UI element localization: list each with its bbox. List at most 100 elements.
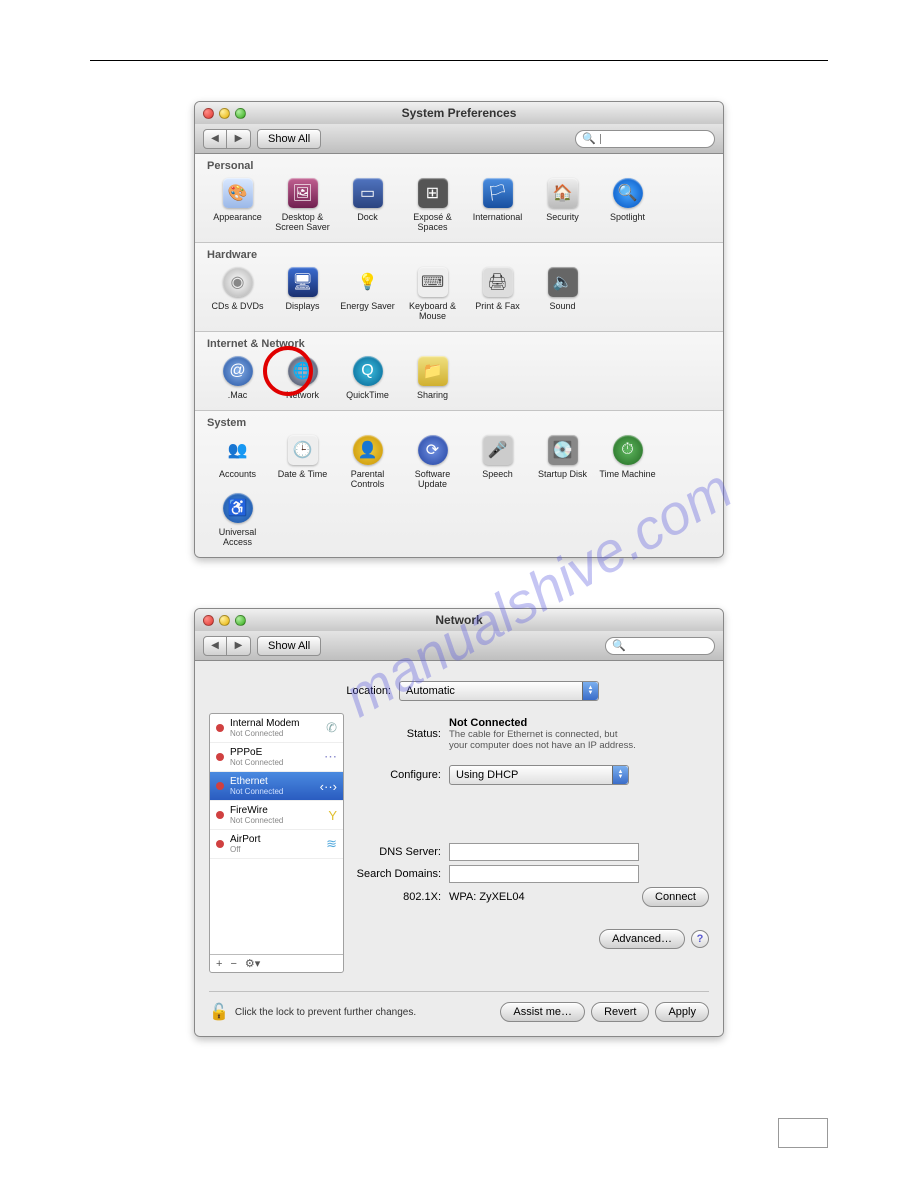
apply-button[interactable]: Apply: [655, 1002, 709, 1022]
lock-text: Click the lock to prevent further change…: [235, 1007, 416, 1018]
search-domains-input[interactable]: [449, 865, 639, 883]
pref-expose[interactable]: ⊞Exposé & Spaces: [400, 176, 465, 234]
section-heading: Personal: [207, 160, 713, 172]
pref-accounts[interactable]: 👥Accounts: [205, 433, 270, 491]
pref-sharing[interactable]: 📁Sharing: [400, 354, 465, 402]
titlebar: Network: [195, 609, 723, 631]
page-number-box: [778, 1118, 828, 1148]
pref-appearance[interactable]: 🎨Appearance: [205, 176, 270, 234]
back-button[interactable]: ◀: [203, 636, 227, 656]
status-dot-icon: [216, 753, 224, 761]
pref-desktop[interactable]: 🖼Desktop & Screen Saver: [270, 176, 335, 234]
forward-button[interactable]: ▶: [227, 636, 251, 656]
wifi-icon: ≋: [326, 836, 337, 852]
section-system: System 👥Accounts 🕒Date & Time 👤Parental …: [195, 411, 723, 557]
dock-icon: ▭: [353, 178, 383, 208]
firewire-icon: Y: [328, 808, 337, 823]
parental-icon: 👤: [353, 435, 383, 465]
pref-speech[interactable]: 🎤Speech: [465, 433, 530, 491]
configure-label: Configure:: [354, 769, 449, 781]
pref-keyboard-mouse[interactable]: ⌨Keyboard & Mouse: [400, 265, 465, 323]
minimize-icon[interactable]: [219, 615, 230, 626]
section-personal: Personal 🎨Appearance 🖼Desktop & Screen S…: [195, 154, 723, 243]
dns-input[interactable]: [449, 843, 639, 861]
system-preferences-window: System Preferences ◀ ▶ Show All 🔍 Person…: [194, 101, 724, 558]
pref-dock[interactable]: ▭Dock: [335, 176, 400, 234]
pref-time-machine[interactable]: ⏱Time Machine: [595, 433, 660, 491]
search-input[interactable]: 🔍: [575, 130, 715, 148]
chevron-updown-icon: ▲▼: [612, 766, 628, 784]
universal-icon: ♿: [223, 493, 253, 523]
pref-spotlight[interactable]: 🔍Spotlight: [595, 176, 660, 234]
pref-universal-access[interactable]: ♿Universal Access: [205, 491, 270, 549]
show-all-button[interactable]: Show All: [257, 636, 321, 656]
zoom-icon[interactable]: [235, 108, 246, 119]
pref-quicktime[interactable]: QQuickTime: [335, 354, 400, 402]
sharing-icon: 📁: [418, 356, 448, 386]
spotlight-icon: 🔍: [613, 178, 643, 208]
remove-service-button[interactable]: −: [230, 958, 236, 970]
speaker-icon: 🔈: [548, 267, 578, 297]
pref-cds-dvds[interactable]: ◉CDs & DVDs: [205, 265, 270, 323]
pref-sound[interactable]: 🔈Sound: [530, 265, 595, 323]
pref-dotmac[interactable]: @.Mac: [205, 354, 270, 402]
search-domains-label: Search Domains:: [354, 868, 449, 880]
network-body: Location: Automatic ▲▼ Internal ModemNot…: [195, 661, 723, 1036]
close-icon[interactable]: [203, 615, 214, 626]
phone-icon: ✆: [326, 720, 337, 736]
lock-icon[interactable]: 🔓: [209, 1002, 229, 1022]
action-gear-button[interactable]: ⚙▾: [245, 957, 260, 970]
show-all-button[interactable]: Show All: [257, 129, 321, 149]
timemachine-icon: ⏱: [613, 435, 643, 465]
pref-energy[interactable]: 💡Energy Saver: [335, 265, 400, 323]
pref-international[interactable]: 🏳International: [465, 176, 530, 234]
location-select[interactable]: Automatic ▲▼: [399, 681, 599, 701]
advanced-button[interactable]: Advanced…: [599, 929, 685, 949]
search-input[interactable]: 🔍: [605, 637, 715, 655]
pref-print-fax[interactable]: 🖨Print & Fax: [465, 265, 530, 323]
desktop-icon: 🖼: [288, 178, 318, 208]
configure-select[interactable]: Using DHCP ▲▼: [449, 765, 629, 785]
pref-security[interactable]: 🏠Security: [530, 176, 595, 234]
pref-startup-disk[interactable]: 💽Startup Disk: [530, 433, 595, 491]
service-ethernet[interactable]: EthernetNot Connected ‹··›: [210, 772, 343, 801]
service-firewire[interactable]: FireWireNot Connected Y: [210, 801, 343, 830]
pref-parental[interactable]: 👤Parental Controls: [335, 433, 400, 491]
status-dot-icon: [216, 811, 224, 819]
zoom-icon[interactable]: [235, 615, 246, 626]
chevron-updown-icon: ▲▼: [582, 682, 598, 700]
pref-software-update[interactable]: ⟳Software Update: [400, 433, 465, 491]
8021x-label: 802.1X:: [354, 891, 449, 903]
8021x-value: WPA: ZyXEL04: [449, 891, 642, 903]
highlight-circle-icon: [263, 346, 313, 396]
section-hardware: Hardware ◉CDs & DVDs 🖥Displays 💡Energy S…: [195, 243, 723, 332]
detail-panel: Status: Not Connected The cable for Ethe…: [354, 713, 709, 973]
help-button[interactable]: ?: [691, 930, 709, 948]
section-heading: System: [207, 417, 713, 429]
mic-icon: 🎤: [483, 435, 513, 465]
accounts-icon: 👥: [223, 435, 253, 465]
connect-button[interactable]: Connect: [642, 887, 709, 907]
bulb-icon: 💡: [353, 267, 383, 297]
disk-icon: 💽: [548, 435, 578, 465]
close-icon[interactable]: [203, 108, 214, 119]
search-icon: 🔍: [612, 639, 626, 652]
pref-date-time[interactable]: 🕒Date & Time: [270, 433, 335, 491]
revert-button[interactable]: Revert: [591, 1002, 649, 1022]
pref-displays[interactable]: 🖥Displays: [270, 265, 335, 323]
forward-button[interactable]: ▶: [227, 129, 251, 149]
security-icon: 🏠: [548, 178, 578, 208]
international-icon: 🏳: [483, 178, 513, 208]
service-pppoe[interactable]: PPPoENot Connected ⋯: [210, 743, 343, 772]
minimize-icon[interactable]: [219, 108, 230, 119]
keyboard-icon: ⌨: [418, 267, 448, 297]
update-icon: ⟳: [418, 435, 448, 465]
section-heading: Hardware: [207, 249, 713, 261]
service-airport[interactable]: AirPortOff ≋: [210, 830, 343, 859]
cd-icon: ◉: [223, 267, 253, 297]
assist-me-button[interactable]: Assist me…: [500, 1002, 585, 1022]
service-internal-modem[interactable]: Internal ModemNot Connected ✆: [210, 714, 343, 743]
add-service-button[interactable]: +: [216, 958, 222, 970]
back-button[interactable]: ◀: [203, 129, 227, 149]
status-value: Not Connected: [449, 717, 636, 729]
